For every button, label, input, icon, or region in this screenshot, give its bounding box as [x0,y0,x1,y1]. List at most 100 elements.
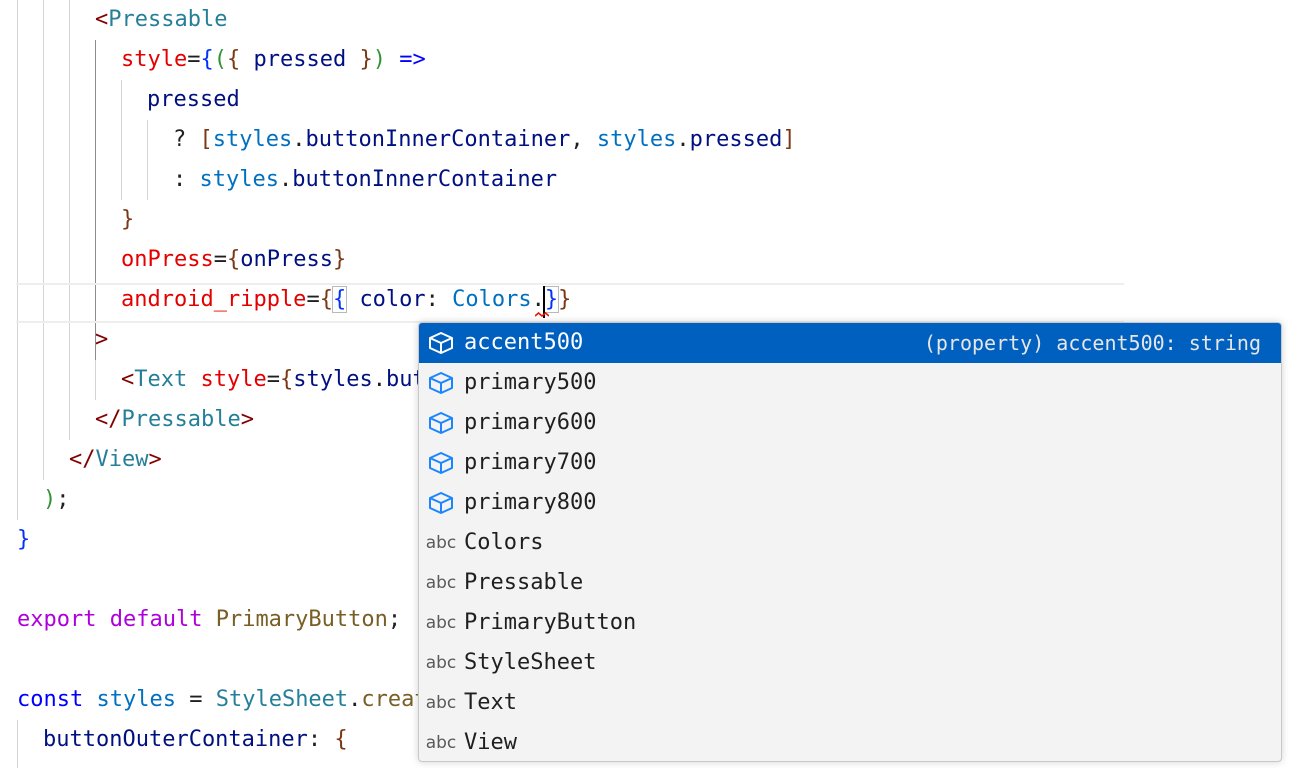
code-token: buttonInnerContainer [292,167,558,192]
code-line: <Pressable [95,0,227,40]
code-token: { [279,367,294,392]
code-line: ? [styles.buttonInnerContainer, styles.p… [173,120,796,160]
code-token: } [558,287,572,312]
suggestion-label: Text [464,690,517,715]
text-word-icon: abc [425,653,457,673]
code-line: export default PrimaryButton; [17,600,401,640]
code-token: { [319,287,333,312]
code-line: buttonOuterContainer: { [43,720,348,760]
code-line: } [121,200,134,240]
property-icon [427,411,455,435]
suggestion-label: StyleSheet [464,650,597,675]
code-token: . [348,687,362,712]
code-token: StyleSheet [215,687,349,712]
suggestion-item[interactable]: primary600 [419,403,1281,443]
code-token: default [109,607,203,632]
suggestion-item[interactable]: abc PrimaryButton [419,603,1281,643]
indent-guide [69,0,70,440]
code-token: , [570,127,597,152]
code-token: </ [95,407,122,432]
suggestion-label: accent500 [464,330,584,355]
indent-guide [17,720,18,768]
suggestion-item[interactable]: abc View [419,723,1281,761]
code-token: } [332,247,347,272]
code-token: export [17,607,97,632]
indent-guide [121,80,122,200]
code-token: pressed [253,47,347,72]
indent-guide [43,0,44,480]
code-token: const [17,687,84,712]
suggestion-item[interactable]: abc Colors [419,523,1281,563]
code-token: ; [387,607,402,632]
code-token: buttonOuterContainer [43,727,308,752]
code-token: pressed [147,87,240,112]
suggest-widget[interactable]: accent500 (property) accent500: string pri… [418,322,1282,762]
suggestion-item[interactable]: accent500 (property) accent500: string [419,323,1281,363]
code-token: } [17,527,31,552]
code-token: ) [372,47,386,72]
code-token: { [226,47,241,72]
code-token: : [425,287,453,312]
property-icon [427,371,455,395]
code-line: pressed [147,80,240,120]
code-token: . [676,127,690,152]
code-line: <Text style={styles.but [121,360,426,400]
code-line: > [95,320,108,360]
code-token: { [331,286,348,313]
code-token: > [148,447,162,472]
text-word-icon: abc [425,613,457,633]
indent-guide [95,360,96,400]
code-token: Colors [452,287,532,312]
code-token: [ [199,127,213,152]
code-line: </Pressable> [95,400,254,440]
suggestion-label: primary600 [464,410,597,435]
suggestion-item[interactable]: abc Text [419,683,1281,723]
suggestion-item[interactable]: abc Pressable [419,563,1281,603]
code-token: => [399,47,426,72]
code-token: styles [96,687,176,712]
error-squiggle [535,312,549,318]
suggestion-item[interactable]: primary800 [419,483,1281,523]
code-token: : [307,727,335,752]
code-token: } [121,207,135,232]
code-token: ) [43,487,57,512]
suggestion-label: primary700 [464,450,597,475]
code-token: ? [173,127,200,152]
code-token: > [95,327,109,352]
code-token: = [187,47,201,72]
indent-guide [17,0,18,520]
code-token: style [121,47,188,72]
code-token: onPress [240,247,333,272]
code-line: onPress={onPress} [121,240,346,280]
code-token: styles [199,167,279,192]
code-line: : styles.buttonInnerContainer [173,160,557,200]
code-token: = [175,687,216,712]
code-token: = [306,287,320,312]
code-line: ); [43,480,70,520]
suggestion-item[interactable]: abc StyleSheet [419,643,1281,683]
code-token: onPress [121,247,214,272]
property-icon [427,451,455,475]
code-token: style [200,367,267,392]
suggestion-item[interactable]: primary500 [419,363,1281,403]
code-token: styles [596,127,677,152]
code-token: { [334,727,348,752]
code-token: Text [134,367,188,392]
text-word-icon: abc [425,573,457,593]
text-word-icon: abc [425,533,457,553]
code-token: ; [56,487,70,512]
code-token: styles [293,367,373,392]
code-token: ( [213,47,227,72]
suggestion-label: primary800 [464,490,597,515]
code-token: styles [212,127,293,152]
text-word-icon: abc [425,693,457,713]
text-word-icon: abc [425,733,457,753]
code-token: Pressable [108,7,228,32]
code-token: { [226,247,241,272]
suggestion-item[interactable]: primary700 [419,443,1281,483]
